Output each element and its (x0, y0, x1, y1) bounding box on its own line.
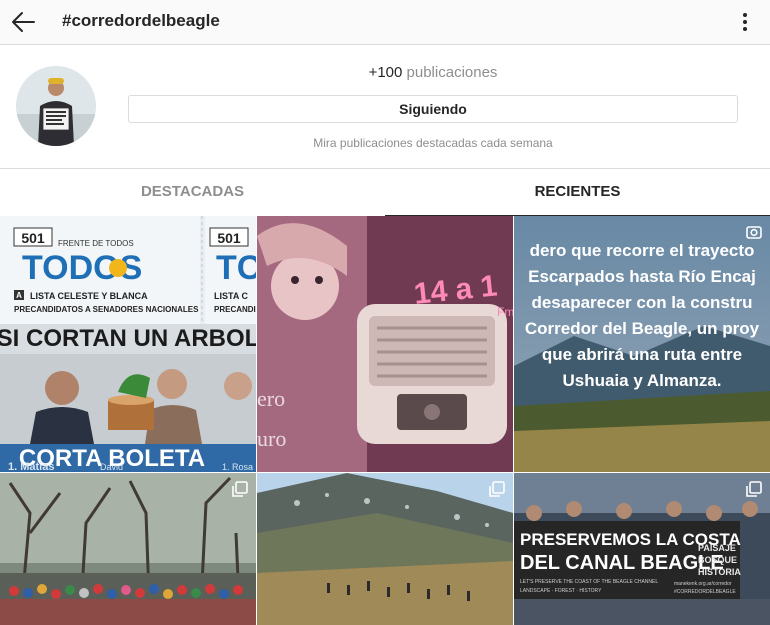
arrow-left-icon[interactable] (8, 6, 40, 38)
ballot-number-right: 501 (217, 230, 241, 246)
post-tile[interactable] (257, 473, 513, 625)
titular-name: 1. Matias (8, 461, 54, 472)
post-text-line: Escarpados hasta Río Encaj (528, 267, 756, 286)
post-text-line: Corredor del Beagle, un proy (525, 319, 760, 338)
multi-photo-icon (489, 481, 505, 497)
more-vertical-icon[interactable] (730, 7, 760, 37)
following-button[interactable]: Siguiendo (128, 95, 738, 123)
tab-destacadas[interactable]: DESTACADAS (0, 169, 385, 216)
multi-photo-icon (746, 226, 762, 239)
post-text-line: Ushuaia y Almanza. (562, 371, 721, 390)
multi-photo-icon (232, 481, 248, 497)
candidates-right: PRECANDIDATOS (214, 305, 256, 314)
tab-bar: DESTACADAS RECIENTES (0, 168, 770, 216)
ballot-header: FRENTE DE TODOS (58, 239, 134, 248)
titular-right: 1. Rosa (222, 462, 253, 472)
post-count-label: publicaciones (406, 64, 498, 81)
featured-note: Mira publicaciones destacadas cada seman… (313, 136, 553, 150)
post-count-value: +100 (368, 64, 403, 81)
banner-small-text-2: LANDSCAPE · FOREST · HISTORY (520, 588, 602, 594)
side-text-1: ero (257, 386, 285, 411)
banner-tag: #CORREDORDELBEAGLE (674, 589, 736, 595)
post-text-line: que abrirá una ruta entre (542, 345, 742, 364)
top-bar: #corredordelbeagle (0, 0, 770, 45)
post-tile[interactable]: 14 a 1 Fm ero uro (257, 216, 513, 472)
banner-side-item: HISTORIA (698, 567, 741, 577)
candidates-label: PRECANDIDATOS A SENADORES NACIONALES (14, 305, 199, 314)
titular-extra: David (100, 462, 123, 472)
ballot-number: 501 (21, 230, 45, 246)
post-tile[interactable] (0, 473, 256, 625)
banner-small-text: LET'S PRESERVE THE COAST OF THE BEAGLE C… (520, 579, 658, 585)
banner-side-item: PAISAJE (698, 543, 736, 553)
page-title: #corredordelbeagle (62, 11, 220, 30)
post-headline: SI CORTAN UN ARBOL (0, 325, 256, 352)
post-count: +100 publicaciones (128, 64, 738, 81)
post-text-line: desaparecer con la constru (531, 293, 752, 312)
post-tile[interactable]: dero que recorre el trayecto Escarpados … (514, 216, 770, 472)
side-text-2: uro (257, 426, 286, 451)
list-name: LISTA CELESTE Y BLANCA (30, 291, 148, 301)
post-tile[interactable]: PRESERVEMOS LA COSTA DEL CANAL BEAGLE PA… (514, 473, 770, 625)
overlay-sub: Fm (497, 305, 513, 319)
post-tile[interactable]: 501 FRENTE DE TODOS 501 TODOS TC A LISTA… (0, 216, 256, 472)
list-letter: A (16, 291, 22, 300)
list-name-right: LISTA C (214, 291, 248, 301)
party-name-right: TC (216, 249, 256, 287)
tab-recientes[interactable]: RECIENTES (385, 169, 770, 216)
multi-photo-icon (746, 481, 762, 497)
banner-side-item: BOSQUE (698, 555, 737, 565)
banner-line-2: DEL CANAL BEAGLE (520, 552, 724, 574)
hashtag-avatar (16, 66, 96, 146)
post-text-line: dero que recorre el trayecto (530, 241, 755, 260)
banner-url: manekenk.org.ar/corredor (674, 581, 732, 587)
